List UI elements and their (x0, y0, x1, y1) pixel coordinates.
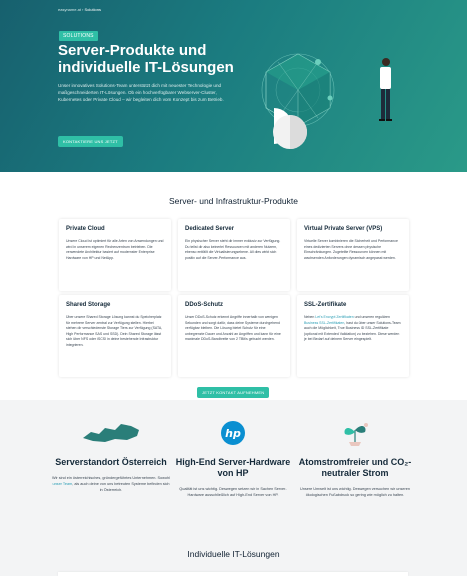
feature-hp-hardware: hp High-End Server-Hardware von HP Quali… (173, 420, 293, 498)
breadcrumb: easyname.at › Solutions (58, 7, 101, 12)
card-title: Virtual Private Server (VPS) (304, 226, 383, 232)
card-text: Virtuelle Server kombinieren die Sicherh… (304, 239, 398, 260)
our-team-link[interactable]: unser Team (52, 482, 72, 486)
hero-badge: SOLUTIONS (59, 31, 98, 41)
card-text: Über unsere Shared Storage Lösung kannst… (66, 315, 163, 347)
card-text: Neben Let's Encrypt Zertifikaten und uns… (304, 315, 401, 342)
feature-austria: Serverstandort Österreich Wir sind ein ö… (51, 420, 171, 493)
card-title: DDoS-Schutz (185, 302, 223, 308)
card-title: Shared Storage (66, 302, 111, 308)
svg-text:hp: hp (225, 427, 241, 440)
bottom-card-edge (58, 572, 408, 576)
hero-section: easyname.at › Solutions SOLUTIONS Server… (0, 0, 467, 172)
card-vps[interactable]: Virtual Private Server (VPS) Virtuelle S… (297, 219, 409, 291)
card-ddos-protection[interactable]: DDoS-Schutz Unser DDoS-Schutz erkennt An… (178, 295, 290, 377)
feature-text: Wir sind ein österreichisches, gründerge… (52, 476, 170, 492)
card-text: Unser DDoS-Schutz erkennt Angriffe inner… (185, 315, 281, 342)
card-private-cloud[interactable]: Private Cloud Unsere Cloud ist optimiert… (59, 219, 171, 291)
hero-contact-button[interactable]: KONTAKTIERE UNS JETZT (58, 136, 123, 147)
card-shared-storage[interactable]: Shared Storage Über unsere Shared Storag… (59, 295, 171, 377)
products-title: Server- und Infrastruktur-Produkte (169, 196, 298, 206)
card-text: Unsere Cloud ist optimiert für alle Arte… (66, 239, 164, 260)
breadcrumb-separator: › (82, 7, 84, 12)
individual-solutions-title: Individuelle IT-Lösungen (187, 549, 280, 559)
contact-now-button[interactable]: JETZT KONTAKT AUFNEHMEN (197, 387, 270, 398)
card-ssl-certificates[interactable]: SSL-Zertifikate Neben Let's Encrypt Zert… (297, 295, 409, 377)
lets-encrypt-link[interactable]: Let's Encrypt Zertifikaten (315, 315, 353, 319)
card-title: Dedicated Server (185, 226, 235, 232)
austria-map-icon (83, 424, 139, 442)
feature-text: Unsere Umwelt ist uns wichtig. Deswegen … (300, 487, 410, 497)
hp-logo-icon: hp (221, 421, 245, 445)
feature-title: High-End Server-Hardware von HP (175, 457, 291, 478)
hero-title: Server-Produkte und individuelle IT-Lösu… (58, 42, 234, 76)
business-ssl-link[interactable]: Business SSL-Zertifikaten (304, 321, 344, 325)
breadcrumb-current: Solutions (84, 7, 101, 12)
card-title: Private Cloud (66, 226, 105, 232)
feature-text: Qualität ist uns wichtig. Deswegen setze… (179, 487, 287, 497)
hero-text: Unser innovatives Solutions-Team unterst… (58, 83, 224, 102)
plant-icon (344, 423, 368, 446)
feature-title: Atomstromfreier und CO₂-neutraler Strom (298, 457, 412, 478)
breadcrumb-home[interactable]: easyname.at (58, 7, 81, 12)
feature-title: Serverstandort Österreich (55, 457, 167, 467)
card-title: SSL-Zertifikate (304, 302, 347, 308)
card-dedicated-server[interactable]: Dedicated Server Ein physischer Server s… (178, 219, 290, 291)
card-text: Ein physischer Server steht dir immer ex… (185, 239, 281, 260)
feature-green-energy: Atomstromfreier und CO₂-neutraler Strom … (295, 420, 415, 498)
hero-illustration-icon (261, 53, 392, 149)
